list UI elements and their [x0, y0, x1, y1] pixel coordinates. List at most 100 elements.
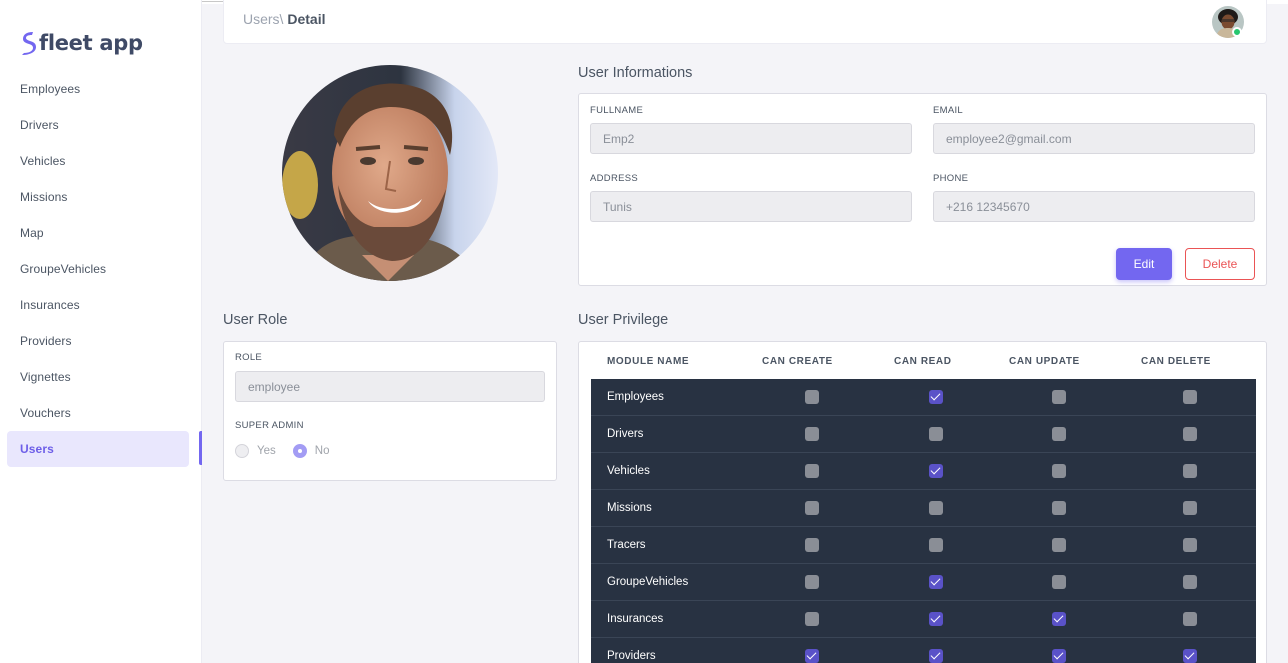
super-admin-yes-label: Yes — [257, 445, 276, 457]
can-update-checkbox[interactable] — [1052, 427, 1066, 441]
module-name: Vehicles — [607, 465, 650, 477]
module-name: Drivers — [607, 428, 644, 440]
user-privilege-title: User Privilege — [578, 312, 669, 328]
can-read-checkbox[interactable] — [929, 649, 943, 663]
can-update-checkbox[interactable] — [1052, 390, 1066, 404]
breadcrumb-parent[interactable]: Users\ — [243, 11, 283, 27]
email-label: EMAIL — [933, 105, 964, 116]
can-delete-checkbox[interactable] — [1183, 649, 1197, 663]
can-read-checkbox[interactable] — [929, 538, 943, 552]
can-create-checkbox[interactable] — [805, 390, 819, 404]
app-name: fleet app — [39, 31, 143, 55]
breadcrumb-current: Detail — [287, 11, 326, 27]
can-delete-checkbox[interactable] — [1183, 427, 1197, 441]
can-read-checkbox[interactable] — [929, 575, 943, 589]
sidebar-item-providers[interactable]: Providers — [7, 323, 189, 359]
can-delete-checkbox[interactable] — [1183, 390, 1197, 404]
page-header: Users\ Detail — [223, 0, 1267, 44]
email-field[interactable] — [933, 123, 1255, 154]
fleet-logo-icon — [22, 32, 36, 55]
privilege-table-body: Employees Drivers Vehicles Missions Tracers G… — [591, 379, 1256, 663]
can-update-checkbox[interactable] — [1052, 612, 1066, 626]
table-row: Tracers — [591, 527, 1256, 564]
privilege-table-header: MODULE NAME CAN CREATE CAN READ CAN UPDA… — [579, 356, 1268, 372]
can-delete-checkbox[interactable] — [1183, 612, 1197, 626]
edit-button[interactable]: Edit — [1116, 248, 1172, 280]
sidebar-item-users[interactable]: Users — [7, 431, 189, 467]
module-name: Insurances — [607, 613, 664, 625]
can-create-checkbox[interactable] — [805, 612, 819, 626]
column-header-create: CAN CREATE — [762, 356, 833, 367]
can-update-checkbox[interactable] — [1052, 649, 1066, 663]
delete-button[interactable]: Delete — [1185, 248, 1255, 280]
can-delete-checkbox[interactable] — [1183, 464, 1197, 478]
privilege-table: MODULE NAME CAN CREATE CAN READ CAN UPDA… — [578, 341, 1267, 663]
sidebar-nav: Employees Drivers Vehicles Missions Map Group… — [7, 71, 189, 467]
super-admin-label: SUPER ADMIN — [235, 420, 304, 431]
role-label: ROLE — [235, 352, 263, 363]
can-create-checkbox[interactable] — [805, 501, 819, 515]
column-header-update: CAN UPDATE — [1009, 356, 1080, 367]
table-row: Drivers — [591, 416, 1256, 453]
sidebar-item-vehicles[interactable]: Vehicles — [7, 143, 189, 179]
can-create-checkbox[interactable] — [805, 575, 819, 589]
can-read-checkbox[interactable] — [929, 427, 943, 441]
role-field[interactable] — [235, 371, 545, 402]
breadcrumb: Users\ Detail — [243, 11, 325, 27]
super-admin-yes-radio[interactable] — [235, 444, 249, 458]
table-row: Missions — [591, 490, 1256, 527]
table-row: Providers — [591, 638, 1256, 663]
can-create-checkbox[interactable] — [805, 538, 819, 552]
user-info-title: User Informations — [578, 65, 693, 81]
profile-photo — [282, 65, 498, 281]
table-row: Insurances — [591, 601, 1256, 638]
module-name: Employees — [607, 391, 664, 403]
can-create-checkbox[interactable] — [805, 649, 819, 663]
fullname-label: FULLNAME — [590, 105, 644, 116]
profile-photo-image — [282, 65, 498, 281]
table-row: Employees — [591, 379, 1256, 416]
sidebar-item-vouchers[interactable]: Vouchers — [7, 395, 189, 431]
column-header-module: MODULE NAME — [607, 356, 690, 367]
can-delete-checkbox[interactable] — [1183, 538, 1197, 552]
can-update-checkbox[interactable] — [1052, 464, 1066, 478]
user-role-card: ROLE SUPER ADMIN Yes No — [223, 341, 557, 481]
user-role-title: User Role — [223, 312, 288, 328]
address-field[interactable] — [590, 191, 912, 222]
can-read-checkbox[interactable] — [929, 464, 943, 478]
sidebar: fleet app Employees Drivers Vehicles Missio… — [0, 0, 202, 663]
phone-field[interactable] — [933, 191, 1255, 222]
module-name: Tracers — [607, 539, 646, 551]
can-update-checkbox[interactable] — [1052, 501, 1066, 515]
column-header-delete: CAN DELETE — [1141, 356, 1211, 367]
brand[interactable]: fleet app — [20, 30, 143, 56]
can-update-checkbox[interactable] — [1052, 575, 1066, 589]
sidebar-item-groupevehicles[interactable]: GroupeVehicles — [7, 251, 189, 287]
sidebar-item-drivers[interactable]: Drivers — [7, 107, 189, 143]
can-update-checkbox[interactable] — [1052, 538, 1066, 552]
can-create-checkbox[interactable] — [805, 464, 819, 478]
sidebar-item-missions[interactable]: Missions — [7, 179, 189, 215]
can-create-checkbox[interactable] — [805, 427, 819, 441]
sidebar-item-insurances[interactable]: Insurances — [7, 287, 189, 323]
sidebar-item-employees[interactable]: Employees — [7, 71, 189, 107]
module-name: Missions — [607, 502, 652, 514]
can-read-checkbox[interactable] — [929, 501, 943, 515]
sidebar-item-map[interactable]: Map — [7, 215, 189, 251]
can-read-checkbox[interactable] — [929, 612, 943, 626]
can-read-checkbox[interactable] — [929, 390, 943, 404]
table-row: Vehicles — [591, 453, 1256, 490]
online-status-dot — [1232, 27, 1242, 37]
module-name: Providers — [607, 650, 656, 662]
user-info-card: FULLNAME EMAIL ADDRESS PHONE Edit Delete — [578, 93, 1267, 286]
fullname-field[interactable] — [590, 123, 912, 154]
active-nav-indicator — [199, 431, 202, 465]
column-header-read: CAN READ — [894, 356, 952, 367]
sidebar-item-vignettes[interactable]: Vignettes — [7, 359, 189, 395]
super-admin-no-label: No — [314, 445, 330, 457]
phone-label: PHONE — [933, 173, 969, 184]
super-admin-radio-group: Yes No — [235, 444, 346, 458]
can-delete-checkbox[interactable] — [1183, 575, 1197, 589]
can-delete-checkbox[interactable] — [1183, 501, 1197, 515]
super-admin-no-radio[interactable] — [292, 444, 307, 458]
